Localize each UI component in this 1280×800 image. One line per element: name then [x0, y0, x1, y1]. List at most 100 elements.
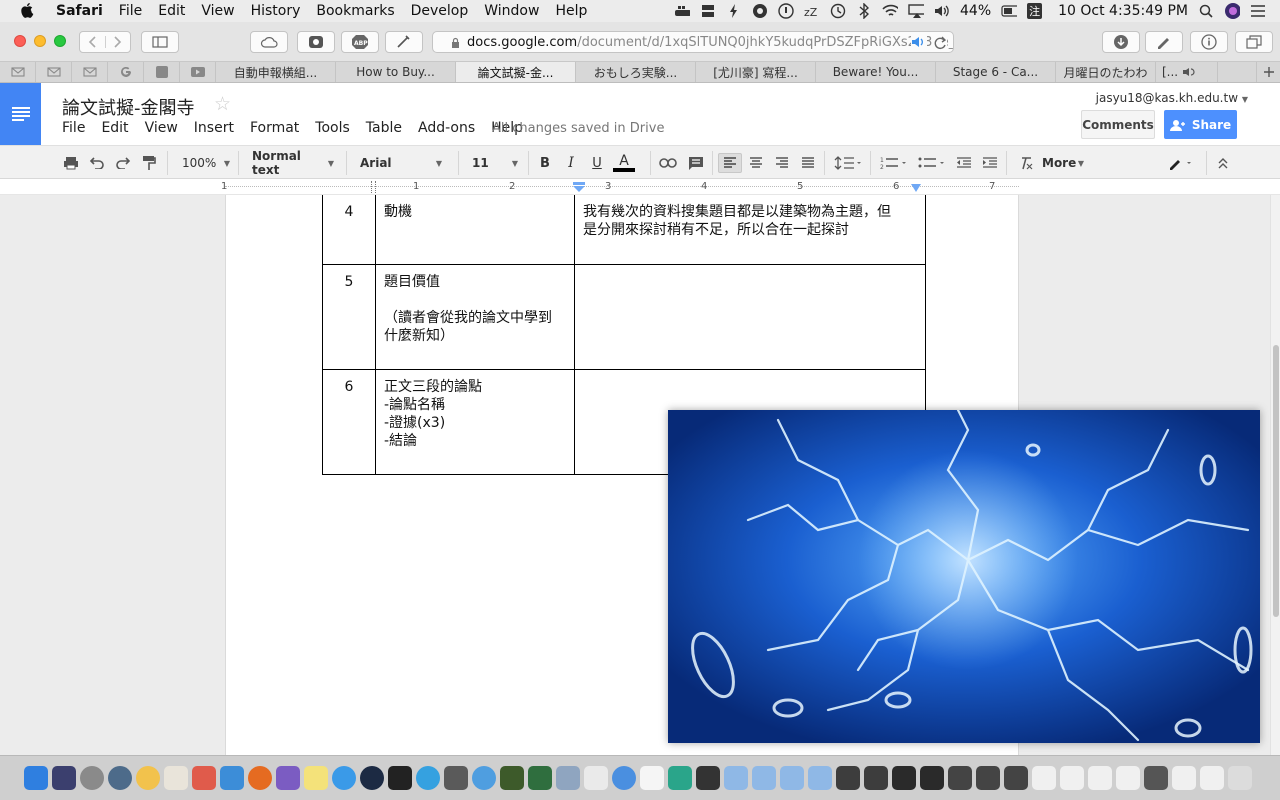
trash-icon[interactable]: [1228, 766, 1252, 790]
info-circle-icon[interactable]: [778, 3, 794, 19]
shield-app-icon[interactable]: [668, 766, 692, 790]
bluetooth-icon[interactable]: [856, 3, 872, 19]
minimized-window-thumbnail[interactable]: [976, 766, 1000, 790]
row-number[interactable]: 6: [322, 369, 376, 475]
bold-icon[interactable]: B: [536, 153, 554, 173]
pinned-tab-gmail-3[interactable]: [72, 62, 108, 82]
tab-overview-button[interactable]: [1235, 31, 1273, 53]
vertical-scrollbar[interactable]: [1270, 195, 1280, 755]
apple-menu-icon[interactable]: [20, 3, 36, 19]
docker-icon[interactable]: [674, 3, 690, 19]
firefox-icon[interactable]: [248, 766, 272, 790]
menu-help[interactable]: Help: [547, 3, 595, 19]
notification-center-icon[interactable]: [1250, 3, 1266, 19]
minimized-window-thumbnail[interactable]: [1060, 766, 1084, 790]
safari-icon[interactable]: [332, 766, 356, 790]
folder-icon[interactable]: [752, 766, 776, 790]
folder-icon[interactable]: [808, 766, 832, 790]
pinned-tab-gmail-1[interactable]: [0, 62, 36, 82]
markup-button[interactable]: [1145, 31, 1183, 53]
docs-menu-tools[interactable]: Tools: [307, 120, 358, 136]
pinned-tab-jp[interactable]: [144, 62, 180, 82]
time-machine-icon[interactable]: [830, 3, 846, 19]
sleep-z-icon[interactable]: zZ: [804, 3, 820, 19]
underline-icon[interactable]: U: [588, 153, 606, 173]
row-topic[interactable]: 正文三段的論點 -論點名稱 -證據(x3) -結論: [375, 369, 575, 475]
minimized-window-thumbnail[interactable]: [1032, 766, 1056, 790]
paint-format-icon[interactable]: [140, 153, 158, 173]
zoom-select[interactable]: 100% ▼: [182, 153, 230, 173]
tab-3-active[interactable]: 論文試擬-金...: [456, 62, 576, 82]
tab-audio-icon[interactable]: [1182, 67, 1196, 77]
row-number[interactable]: 5: [322, 264, 376, 370]
preview-icon[interactable]: [164, 766, 188, 790]
menu-history[interactable]: History: [243, 3, 309, 19]
bulleted-list-icon[interactable]: [916, 153, 948, 173]
chat-app-icon[interactable]: [612, 766, 636, 790]
tab-1[interactable]: 自動申報横組...: [216, 62, 336, 82]
row-content[interactable]: [574, 264, 926, 370]
hex-app-icon[interactable]: [528, 766, 552, 790]
docs-menu-table[interactable]: Table: [358, 120, 410, 136]
tab-2[interactable]: How to Buy...: [336, 62, 456, 82]
italic-icon[interactable]: I: [562, 153, 580, 173]
bartender-icon[interactable]: [700, 3, 716, 19]
minimized-window-thumbnail[interactable]: [864, 766, 888, 790]
docs-menu-format[interactable]: Format: [242, 120, 307, 136]
menu-develop[interactable]: Develop: [403, 3, 477, 19]
minimized-window-thumbnail[interactable]: [920, 766, 944, 790]
row-topic[interactable]: 題目價值 （讀者會從我的論文中學到 什麼新知）: [375, 264, 575, 370]
calendar-icon[interactable]: [640, 766, 664, 790]
redo-icon[interactable]: [114, 153, 132, 173]
downloads-button[interactable]: [1102, 31, 1140, 53]
activity-monitor-icon[interactable]: [500, 766, 524, 790]
pinned-tab-gmail-2[interactable]: [36, 62, 72, 82]
minimized-window-thumbnail[interactable]: [836, 766, 860, 790]
add-comment-icon[interactable]: [686, 153, 706, 173]
audio-playing-icon[interactable]: [911, 36, 927, 48]
terminal-icon[interactable]: [388, 766, 412, 790]
system-preferences-icon[interactable]: [80, 766, 104, 790]
align-left-icon[interactable]: [718, 153, 742, 173]
console-icon[interactable]: [696, 766, 720, 790]
indent-marker-icon[interactable]: [573, 182, 585, 192]
folder-icon[interactable]: [724, 766, 748, 790]
right-indent-marker-icon[interactable]: [911, 184, 921, 192]
row-topic[interactable]: 動機: [375, 195, 575, 265]
minimized-window-thumbnail[interactable]: [1004, 766, 1028, 790]
docs-menu-edit[interactable]: Edit: [93, 120, 136, 136]
telegram-icon[interactable]: [416, 766, 440, 790]
app-store-icon[interactable]: [108, 766, 132, 790]
comments-button[interactable]: Comments: [1081, 110, 1155, 139]
forward-arrow-icon[interactable]: [104, 36, 130, 48]
applications-folder-icon[interactable]: [780, 766, 804, 790]
steam-icon[interactable]: [360, 766, 384, 790]
minimized-window-thumbnail[interactable]: [1200, 766, 1224, 790]
star-icon[interactable]: ☆: [214, 93, 231, 115]
tab-5[interactable]: [尤川豪] 寫程...: [696, 62, 816, 82]
minimized-window-thumbnail[interactable]: [1116, 766, 1140, 790]
picture-in-picture-video[interactable]: [668, 410, 1260, 743]
tab-8[interactable]: 月曜日のたわわ: [1056, 62, 1156, 82]
menu-file[interactable]: File: [111, 3, 150, 19]
line-spacing-icon[interactable]: [832, 153, 864, 173]
feather-app-icon[interactable]: [276, 766, 300, 790]
minimized-window-thumbnail[interactable]: [948, 766, 972, 790]
menu-edit[interactable]: Edit: [150, 3, 193, 19]
editing-mode-icon[interactable]: [1166, 153, 1198, 173]
save-status[interactable]: All changes saved in Drive: [492, 121, 664, 136]
window-zoom-button[interactable]: [54, 35, 66, 47]
font-size-select[interactable]: 11 ▼: [472, 153, 518, 173]
numbered-list-icon[interactable]: 12: [878, 153, 910, 173]
font-select[interactable]: Arial ▼: [360, 153, 442, 173]
calendar-grid-icon[interactable]: [192, 766, 216, 790]
minimized-window-thumbnail[interactable]: [892, 766, 916, 790]
column-divider-handle[interactable]: [371, 181, 376, 193]
tab-6[interactable]: Beware! You...: [816, 62, 936, 82]
more-menu[interactable]: More ▼: [1042, 153, 1084, 173]
print-icon[interactable]: [62, 153, 80, 173]
collapse-header-icon[interactable]: [1214, 153, 1232, 173]
tab-4[interactable]: おもしろ実験...: [576, 62, 696, 82]
icloud-tabs-button[interactable]: [250, 31, 288, 53]
reload-icon[interactable]: [933, 36, 947, 50]
